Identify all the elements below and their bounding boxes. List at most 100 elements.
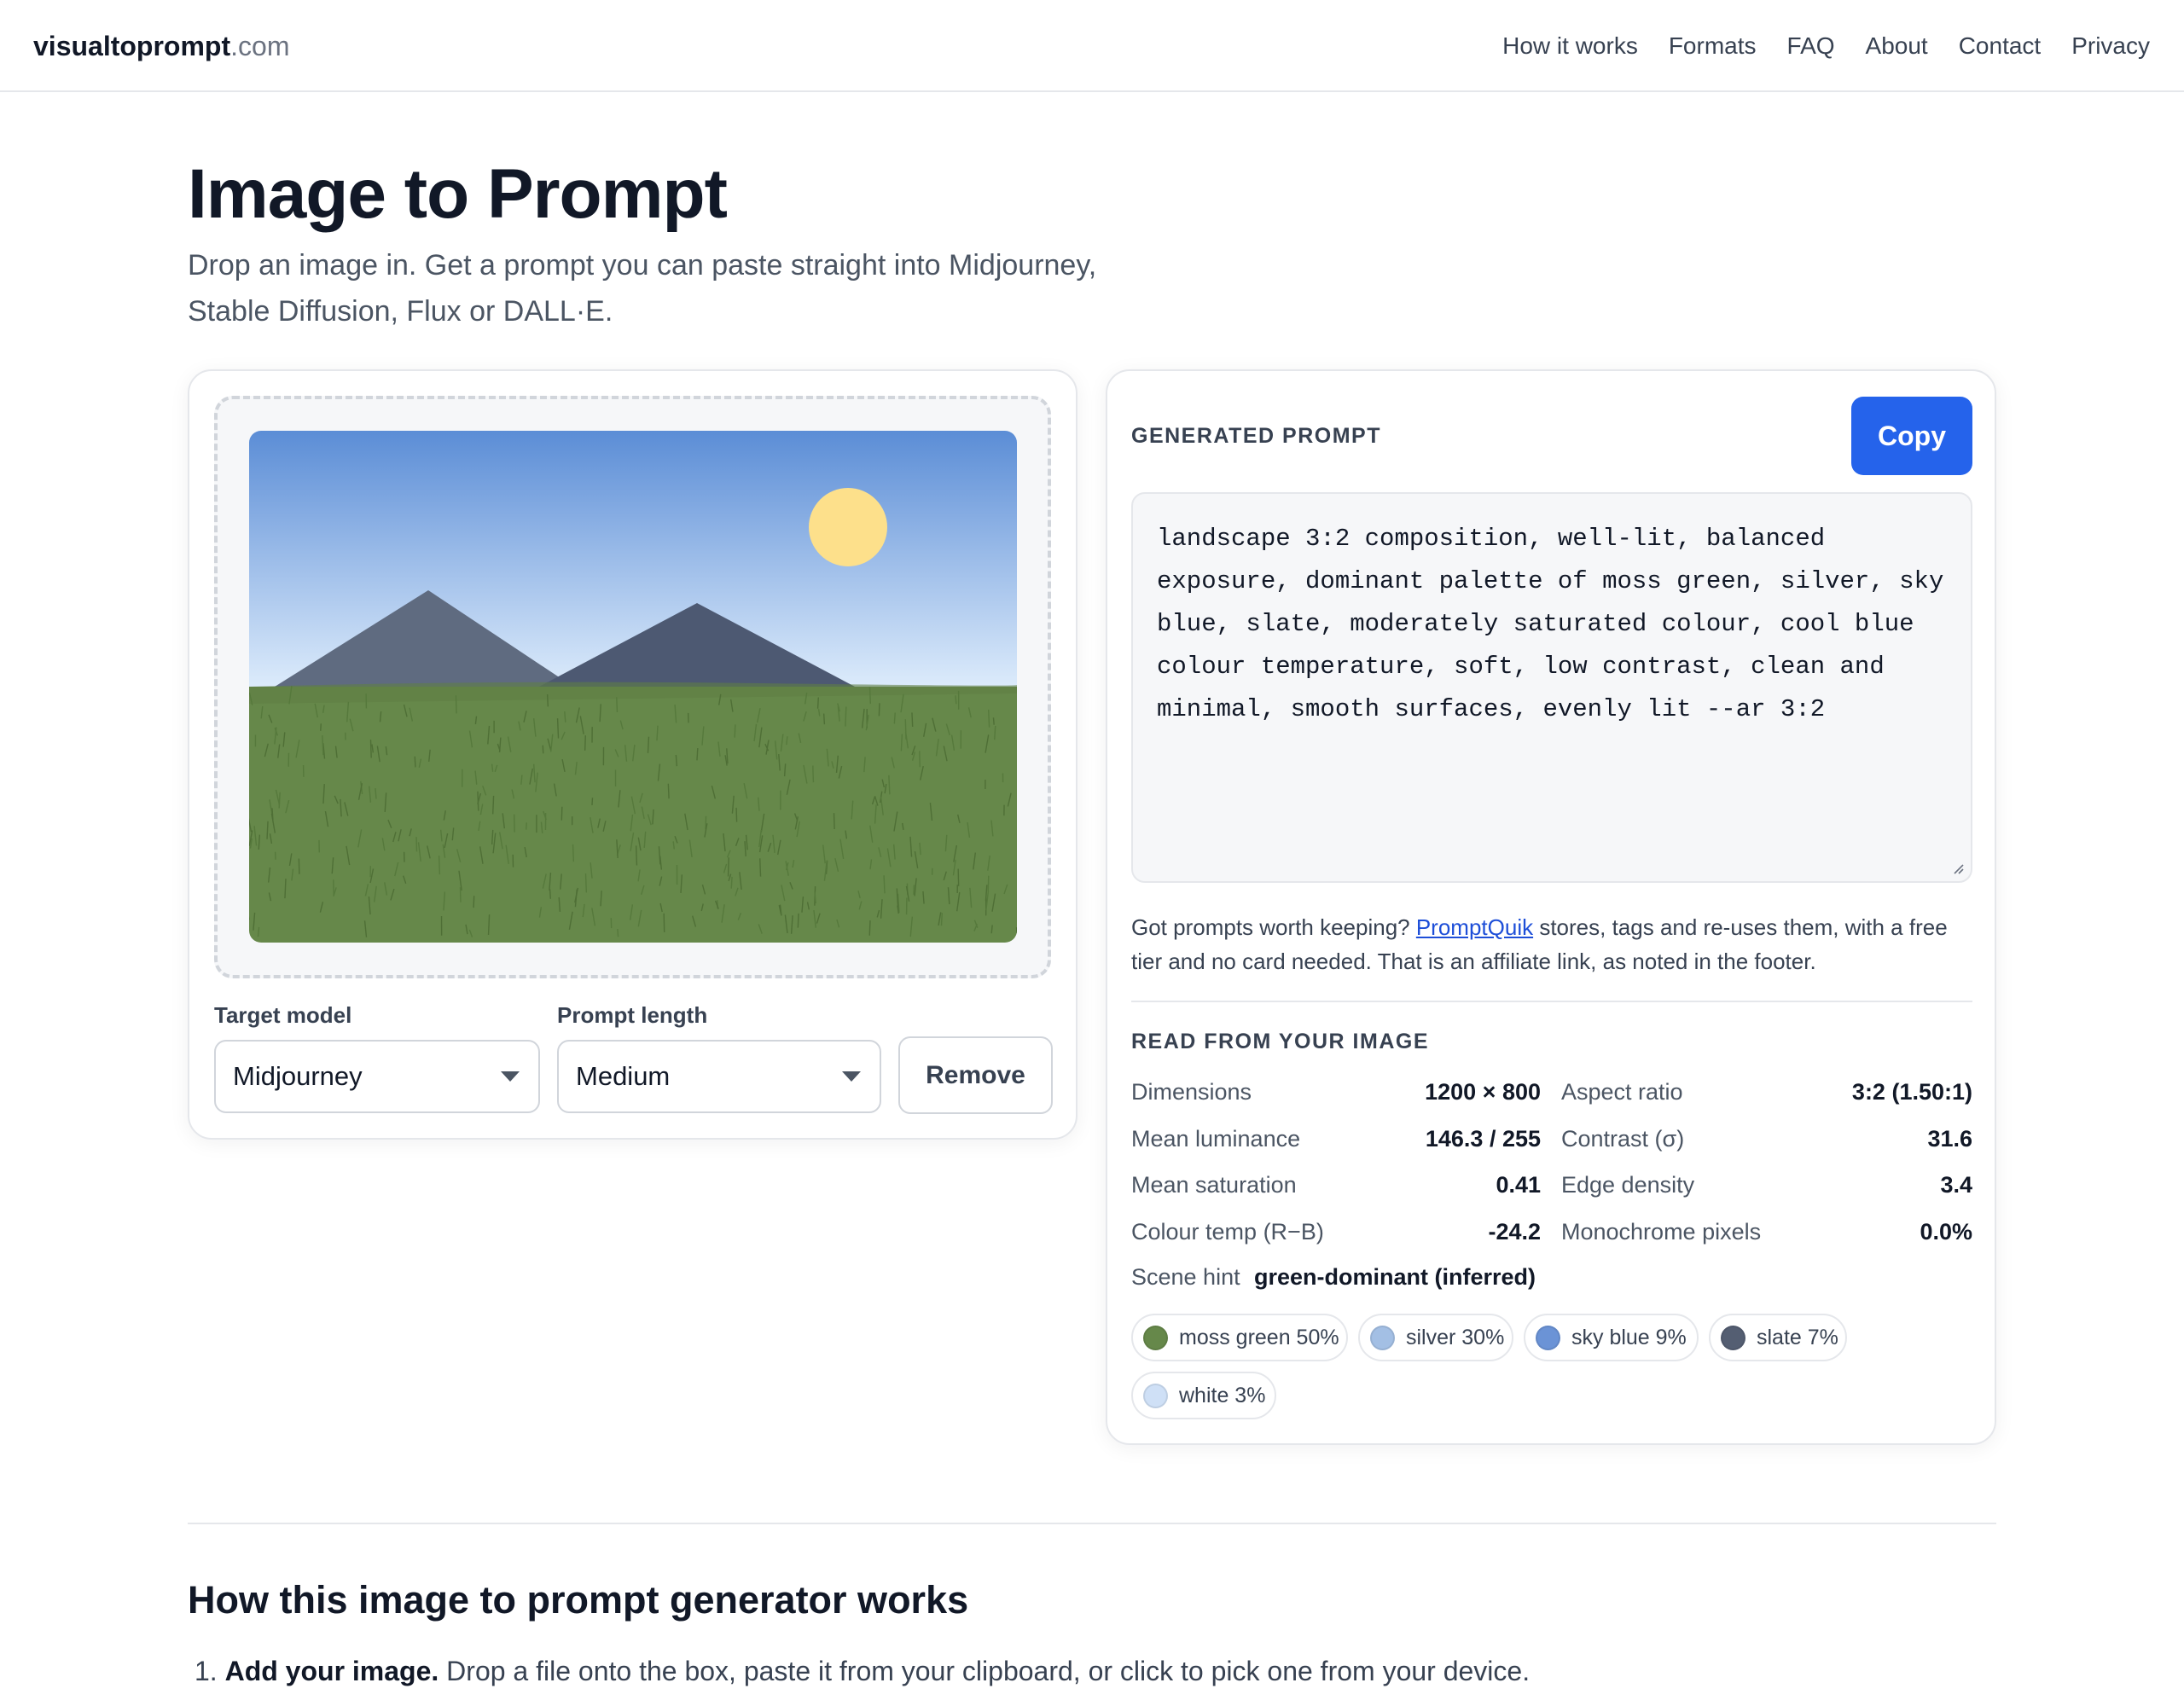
image-dropzone[interactable] (214, 396, 1051, 978)
nav-privacy[interactable]: Privacy (2071, 27, 2150, 65)
generated-prompt-heading: GENERATED PROMPT (1131, 424, 1381, 448)
grass-blade (845, 706, 847, 727)
chevron-down-icon (842, 1071, 861, 1082)
grass-blade (271, 808, 274, 820)
grass-blade (987, 875, 990, 892)
stat-label-contrast: Contrast (σ) (1561, 1126, 1685, 1152)
main-nav: How it works Formats FAQ About Contact P… (1502, 27, 2150, 65)
logo-domain: .com (230, 31, 290, 61)
stat-label-mean-luminance: Mean luminance (1131, 1126, 1301, 1152)
color-swatch (1536, 1326, 1560, 1350)
grass-blade (878, 703, 880, 717)
grass-blade (635, 845, 638, 866)
nav-how-it-works[interactable]: How it works (1502, 27, 1638, 65)
target-model-label: Target model (214, 1002, 352, 1028)
stat-value-dimensions: 1200 × 800 (1425, 1079, 1541, 1105)
grass-blade (492, 795, 495, 815)
grass-blade (556, 718, 560, 739)
grass-blade (667, 783, 670, 799)
chevron-down-icon (501, 1071, 520, 1082)
grass-blade (812, 765, 815, 783)
grass-blade (584, 735, 586, 751)
stat-label-monochrome: Monochrome pixels (1561, 1219, 1762, 1245)
page-subtitle: Drop an image in. Get a prompt you can p… (188, 249, 1097, 328)
site-header: visualtoprompt.com How it works Formats … (0, 0, 2184, 92)
promptquik-link[interactable]: PromptQuik (1416, 914, 1533, 940)
sun (809, 488, 887, 566)
prompt-card: GENERATED PROMPT Copy landscape 3:2 comp… (1106, 369, 1996, 1445)
nav-formats[interactable]: Formats (1669, 27, 1757, 65)
nav-contact[interactable]: Contact (1959, 27, 2042, 65)
affiliate-text-before: Got prompts worth keeping? (1131, 914, 1416, 940)
logo-name: visualtoprompt (33, 31, 231, 61)
how-it-works-heading: How this image to prompt generator works (188, 1578, 969, 1622)
stat-value-mean-luminance: 146.3 / 255 (1425, 1126, 1541, 1152)
palette-chip-label: moss green 50% (1179, 1326, 1339, 1349)
grass-blade (957, 868, 960, 886)
grass-blade (911, 712, 914, 728)
stat-label-dimensions: Dimensions (1131, 1079, 1252, 1105)
stat-label-edge-density: Edge density (1561, 1172, 1695, 1198)
grass-blade (617, 929, 619, 937)
target-model-select[interactable]: Midjourney (214, 1040, 540, 1113)
grass-blade (730, 876, 733, 889)
grass-blade (438, 855, 441, 875)
grass-blade (477, 791, 479, 811)
grass-blade (616, 697, 619, 713)
grass-blade (572, 844, 575, 862)
step-number: 1. (195, 1656, 218, 1686)
stat-label-mean-saturation: Mean saturation (1131, 1172, 1297, 1198)
affiliate-note: Got prompts worth keeping? PromptQuik st… (1131, 910, 1972, 978)
palette-chip-label: white 3% (1179, 1384, 1266, 1407)
grass-blade (663, 913, 665, 933)
grass-blade (883, 875, 886, 894)
stat-label-colour-temp: Colour temp (R−B) (1131, 1219, 1324, 1245)
grass-blade (735, 807, 738, 822)
grass-blade (369, 740, 372, 758)
prompt-textarea[interactable]: landscape 3:2 composition, well-lit, bal… (1131, 492, 1972, 883)
palette-chip-label: silver 30% (1406, 1326, 1505, 1349)
color-swatch (1143, 1326, 1168, 1350)
grass-blade (868, 920, 871, 936)
landscape-image (249, 431, 1017, 943)
grass-blade (320, 723, 322, 731)
grass-blade (940, 913, 944, 926)
stat-value-aspect-ratio: 3:2 (1.50:1) (1851, 1079, 1972, 1105)
step-title: Add your image. (224, 1656, 439, 1686)
nav-faq[interactable]: FAQ (1787, 27, 1835, 65)
grass-blade (987, 709, 990, 728)
stat-value-monochrome: 0.0% (1920, 1219, 1972, 1245)
grass-blade (561, 806, 563, 821)
palette-chip: moss green 50% (1131, 1314, 1348, 1361)
stat-label-aspect-ratio: Aspect ratio (1561, 1079, 1683, 1105)
grass-blade (893, 712, 896, 724)
grass-blade (992, 717, 995, 725)
remove-button[interactable]: Remove (898, 1036, 1053, 1114)
step-text: Drop a file onto the box, paste it from … (439, 1656, 1531, 1686)
copy-button[interactable]: Copy (1851, 397, 1972, 475)
grass-blade (904, 719, 907, 740)
color-swatch (1143, 1384, 1168, 1408)
grass-blade (549, 889, 552, 899)
grass-blade (990, 925, 993, 934)
stat-value-mean-saturation: 0.41 (1496, 1172, 1541, 1198)
site-logo[interactable]: visualtoprompt.com (33, 27, 289, 65)
stat-value-colour-temp: -24.2 (1488, 1219, 1541, 1245)
nav-about[interactable]: About (1866, 27, 1928, 65)
stat-value-edge-density: 3.4 (1940, 1172, 1972, 1198)
resize-handle-icon[interactable] (1952, 862, 1964, 874)
prompt-length-value: Medium (576, 1061, 671, 1091)
grass-blade (591, 798, 594, 805)
palette-chip-label: sky blue 9% (1571, 1326, 1687, 1349)
page-title: Image to Prompt (188, 155, 728, 233)
grass-blade (696, 748, 699, 761)
prompt-text: landscape 3:2 composition, well-lit, bal… (1157, 525, 1944, 723)
section-divider (188, 1523, 1996, 1524)
grass-blade (759, 858, 762, 877)
scene-hint-value: green-dominant (inferred) (1254, 1264, 1536, 1290)
prompt-length-select[interactable]: Medium (557, 1040, 881, 1113)
grass-blade (833, 813, 835, 829)
grass-blade (584, 873, 588, 893)
grass-blade (278, 792, 281, 809)
analysis-heading: READ FROM YOUR IMAGE (1131, 1030, 1429, 1053)
